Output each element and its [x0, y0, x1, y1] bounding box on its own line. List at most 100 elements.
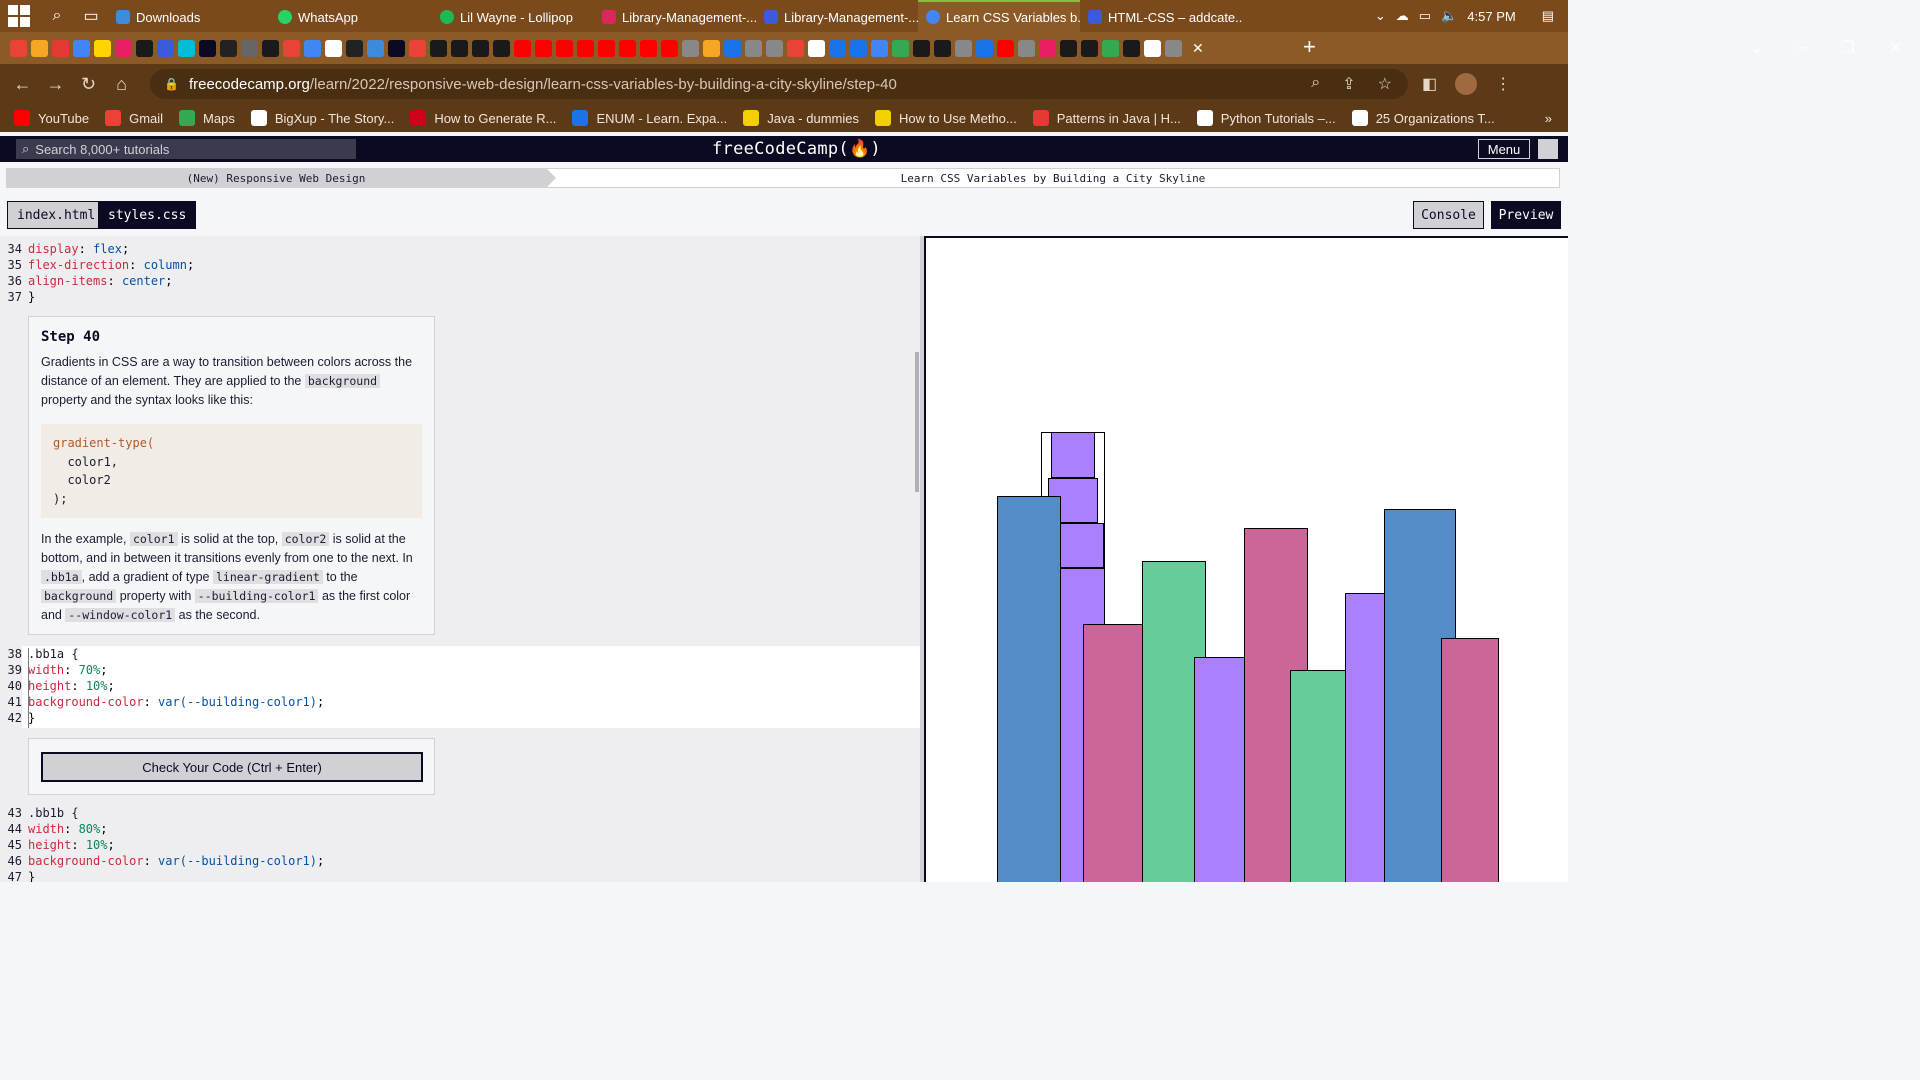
- code-line[interactable]: 35 flex-direction: column;: [0, 257, 195, 273]
- bookmark-item[interactable]: Gmail: [105, 110, 163, 126]
- browser-tab[interactable]: HTML-CSS – addcate...: [1080, 0, 1242, 32]
- new-tab-button[interactable]: +: [1303, 34, 1316, 60]
- pinned-tab-icon[interactable]: [1144, 39, 1161, 57]
- side-panel-icon[interactable]: ◧: [1422, 74, 1437, 94]
- pinned-tab-icon[interactable]: [31, 39, 48, 57]
- code-line[interactable]: 34 display: flex;: [0, 241, 130, 257]
- pinned-tab-icon[interactable]: [1165, 39, 1182, 57]
- check-code-button[interactable]: Check Your Code (Ctrl + Enter): [41, 752, 423, 782]
- console-button[interactable]: Console: [1413, 201, 1484, 229]
- editable-region[interactable]: [22, 646, 920, 728]
- browser-tab[interactable]: Library-Management-...: [756, 0, 918, 32]
- pinned-tab-icon[interactable]: [1039, 39, 1056, 57]
- star-icon[interactable]: ☆: [1378, 74, 1392, 94]
- pinned-tab-icon[interactable]: [451, 39, 468, 57]
- pinned-tab-icon[interactable]: [850, 39, 867, 57]
- pinned-tab-icon[interactable]: [892, 39, 909, 57]
- breadcrumb-project[interactable]: Learn CSS Variables by Building a City S…: [546, 168, 1560, 188]
- pinned-tab-icon[interactable]: [934, 39, 951, 57]
- pinned-tab-icon[interactable]: [661, 39, 678, 57]
- pinned-tab-icon[interactable]: [1102, 39, 1119, 57]
- pinned-tab-icon[interactable]: [1060, 39, 1077, 57]
- pinned-tab-icon[interactable]: [241, 39, 258, 57]
- pinned-tab-icon[interactable]: [1081, 39, 1098, 57]
- bookmark-item[interactable]: Patterns in Java | H...: [1032, 110, 1181, 126]
- pinned-tab-icon[interactable]: [73, 39, 90, 57]
- back-icon[interactable]: ←: [6, 74, 39, 95]
- browser-tab[interactable]: Lil Wayne - Lollipop: [432, 0, 594, 32]
- code-line[interactable]: 40 height: 10%;: [0, 678, 115, 694]
- url-input[interactable]: 🔒 freecodecamp.org/learn/2022/responsive…: [150, 69, 1408, 99]
- browser-tab[interactable]: WhatsApp: [270, 0, 432, 32]
- clock[interactable]: 4:57 PM: [1467, 9, 1515, 24]
- volume-icon[interactable]: 🔈: [1441, 8, 1457, 24]
- search-input[interactable]: ⌕ Search 8,000+ tutorials: [16, 139, 356, 159]
- code-line[interactable]: 41 background-color: var(--building-colo…: [0, 694, 325, 710]
- pinned-tab-icon[interactable]: [724, 39, 741, 57]
- pinned-tab-icon[interactable]: [409, 39, 426, 57]
- code-line[interactable]: 44 width: 80%;: [0, 821, 108, 837]
- pinned-tab-icon[interactable]: [955, 39, 972, 57]
- bookmark-item[interactable]: Maps: [179, 110, 235, 126]
- user-avatar[interactable]: [1538, 139, 1558, 159]
- pinned-tab-icon[interactable]: [577, 39, 594, 57]
- pinned-tab-icon[interactable]: [10, 39, 27, 57]
- chevron-down-icon[interactable]: ⌄: [1750, 38, 1763, 58]
- bookmark-item[interactable]: Java - dummies: [743, 110, 859, 126]
- pinned-tab-icon[interactable]: [1123, 39, 1140, 57]
- lock-icon[interactable]: 🔒: [164, 77, 179, 91]
- code-line[interactable]: 38 .bb1a {: [0, 646, 79, 662]
- browser-tab[interactable]: Library-Management-...: [594, 0, 756, 32]
- pinned-tab-icon[interactable]: [766, 39, 783, 57]
- pinned-tab-icon[interactable]: [745, 39, 762, 57]
- browser-tab-active[interactable]: Learn CSS Variables b...: [918, 0, 1080, 32]
- pinned-tab-icon[interactable]: [136, 39, 153, 57]
- pinned-tab-icon[interactable]: [157, 39, 174, 57]
- reload-icon[interactable]: ↻: [72, 74, 105, 95]
- pinned-tab-icon[interactable]: [997, 39, 1014, 57]
- code-line[interactable]: 43 .bb1b {: [0, 805, 79, 821]
- code-line[interactable]: 46 background-color: var(--building-colo…: [0, 853, 325, 869]
- tab-index-html[interactable]: index.html: [7, 201, 106, 229]
- share-icon[interactable]: ⇪: [1342, 74, 1355, 94]
- pinned-tab-icon[interactable]: [682, 39, 699, 57]
- cloud-icon[interactable]: ☁: [1396, 8, 1409, 24]
- bookmarks-overflow-icon[interactable]: »: [1545, 111, 1568, 126]
- bookmark-item[interactable]: How to Generate R...: [410, 110, 556, 126]
- code-editor[interactable]: 34 display: flex; 35 flex-direction: col…: [0, 236, 920, 882]
- pinned-tab-icon[interactable]: [703, 39, 720, 57]
- preview-button[interactable]: Preview: [1491, 201, 1561, 229]
- pinned-tab-icon[interactable]: [787, 39, 804, 57]
- pinned-tab-icon[interactable]: [514, 39, 531, 57]
- pinned-tab-icon[interactable]: [325, 39, 342, 57]
- bookmark-item[interactable]: How to Use Metho...: [874, 110, 1017, 126]
- code-line[interactable]: 42}: [0, 710, 36, 726]
- pinned-tab-icon[interactable]: [388, 39, 405, 57]
- close-tab-icon[interactable]: ✕: [1192, 40, 1204, 57]
- pinned-tab-icon[interactable]: [598, 39, 615, 57]
- minimize-icon[interactable]: –: [1797, 39, 1806, 57]
- code-line[interactable]: 47}: [0, 869, 36, 882]
- browser-tab[interactable]: Downloads: [108, 0, 270, 32]
- code-line[interactable]: 37}: [0, 289, 36, 305]
- breadcrumb-course[interactable]: (New) Responsive Web Design: [6, 168, 556, 188]
- more-menu-icon[interactable]: ⋮: [1495, 74, 1511, 94]
- pinned-tab-icon[interactable]: [199, 39, 216, 57]
- pinned-tab-icon[interactable]: [304, 39, 321, 57]
- zoom-icon[interactable]: ⌕: [1311, 74, 1320, 94]
- pinned-tab-icon[interactable]: [283, 39, 300, 57]
- pinned-tab-icon[interactable]: [808, 39, 825, 57]
- pinned-tab-icon[interactable]: [619, 39, 636, 57]
- pinned-tab-icon[interactable]: [52, 39, 69, 57]
- pinned-tab-icon[interactable]: [115, 39, 132, 57]
- tab-styles-css[interactable]: styles.css: [98, 201, 197, 229]
- editor-scrollbar[interactable]: [915, 352, 919, 492]
- code-line[interactable]: 45 height: 10%;: [0, 837, 115, 853]
- pinned-tab-icon[interactable]: [913, 39, 930, 57]
- pinned-tab-icon[interactable]: [262, 39, 279, 57]
- pinned-tab-icon[interactable]: [178, 39, 195, 57]
- pinned-tab-icon[interactable]: [976, 39, 993, 57]
- maximize-icon[interactable]: ❐: [1840, 38, 1854, 58]
- search-icon[interactable]: ⌕: [46, 5, 68, 27]
- bookmark-item[interactable]: YouTube: [14, 110, 89, 126]
